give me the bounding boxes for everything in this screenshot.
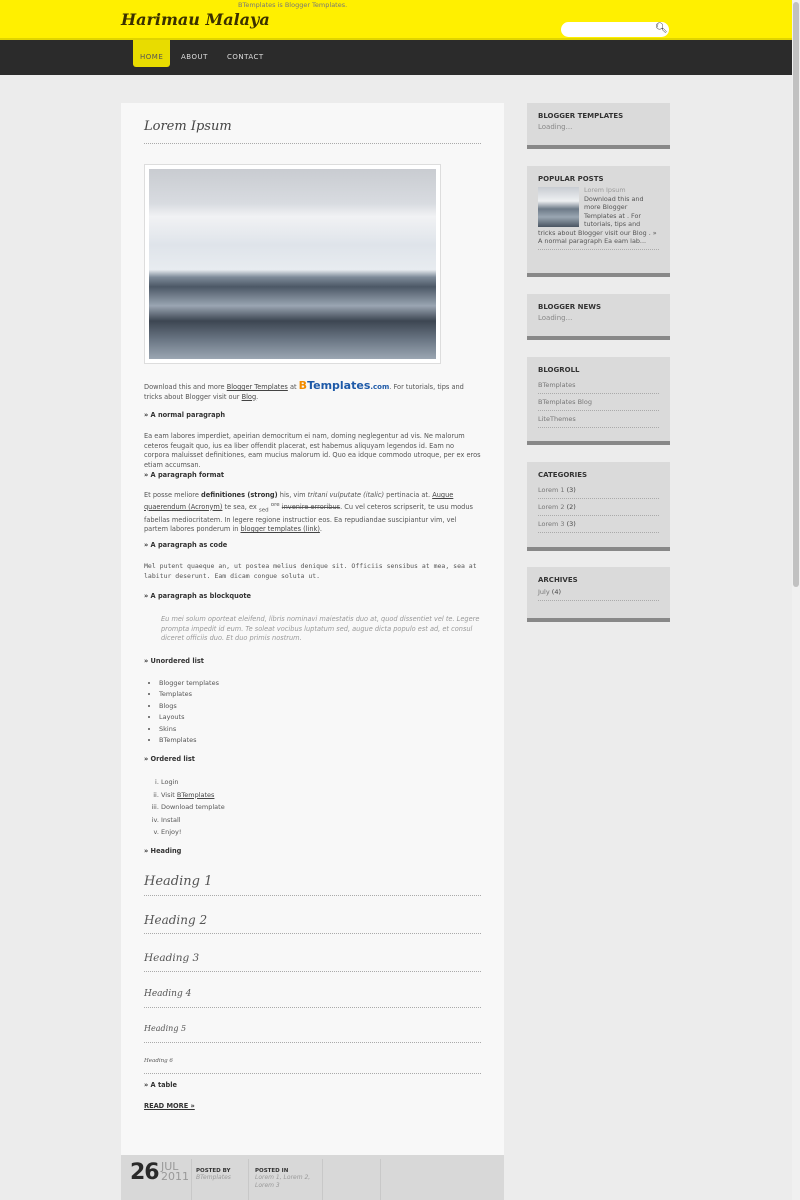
heading-4: Heading 4 bbox=[144, 989, 481, 1008]
text: . bbox=[256, 392, 259, 401]
link-blog[interactable]: Blog bbox=[242, 393, 257, 401]
section-heading: » Unordered list bbox=[144, 657, 204, 665]
link-blogger-templates[interactable]: Blogger Templates bbox=[227, 383, 288, 391]
widget-title: POPULAR POSTS bbox=[538, 175, 604, 183]
heading-1: Heading 1 bbox=[144, 874, 481, 896]
post-title[interactable]: Lorem Ipsum bbox=[144, 119, 232, 134]
blogroll-link[interactable]: BTemplates Blog bbox=[538, 394, 659, 411]
list-item: Blogger templates bbox=[159, 678, 481, 689]
widget-blogger-templates: BLOGGER TEMPLATES Loading... bbox=[527, 103, 670, 149]
code-block: Mel putent quaeque an, ut postea melius … bbox=[144, 562, 477, 580]
footer-column bbox=[322, 1159, 380, 1200]
post-month-year: JUL 2011 bbox=[161, 1160, 189, 1183]
blockquote: Eu mei solum oporteat eleifend, libris n… bbox=[161, 615, 480, 642]
list-item: Templates bbox=[159, 689, 481, 700]
btemplates-logo[interactable]: BTemplates.com bbox=[299, 379, 390, 392]
section-heading: » Heading bbox=[144, 847, 182, 855]
divider bbox=[144, 143, 481, 144]
widget-title: BLOGGER NEWS bbox=[538, 303, 601, 311]
blogroll-link[interactable]: LiteThemes bbox=[538, 411, 659, 428]
nav-about[interactable]: ABOUT bbox=[174, 40, 215, 67]
text: at bbox=[287, 383, 299, 391]
search-input[interactable] bbox=[561, 22, 669, 37]
paragraph: Ea eam labores imperdiet, apeirian democ… bbox=[144, 432, 481, 469]
posted-in: POSTED IN Lorem 1, Lorem 2, Lorem 3 bbox=[248, 1159, 322, 1200]
read-more-link[interactable]: READ MORE » bbox=[144, 1102, 481, 1112]
scrollbar[interactable] bbox=[792, 0, 800, 1200]
site-description: BTemplates is Blogger Templates. bbox=[238, 1, 348, 9]
list-item: BTemplates bbox=[159, 735, 481, 746]
labels-links[interactable]: Lorem 1, Lorem 2, Lorem 3 bbox=[255, 1174, 316, 1189]
section-heading: » A paragraph as code bbox=[144, 541, 228, 549]
intro-paragraph: Download this and more Blogger Templates… bbox=[144, 379, 481, 402]
scrollbar-thumb[interactable] bbox=[793, 2, 799, 587]
blogroll-link[interactable]: BTemplates bbox=[538, 377, 659, 394]
section-heading: » Ordered list bbox=[144, 755, 195, 763]
post-image-frame bbox=[144, 164, 441, 364]
format-paragraph: Et posse meliore definitiones (strong) h… bbox=[144, 491, 473, 533]
archive-item[interactable]: July (4) bbox=[538, 587, 659, 601]
list-item: Download template bbox=[161, 801, 481, 814]
section-heading: » A table bbox=[144, 1081, 178, 1089]
section-heading: » A paragraph as blockquote bbox=[144, 592, 251, 600]
post: Lorem Ipsum Download this and more Blogg… bbox=[121, 103, 504, 1155]
list-item: Skins bbox=[159, 724, 481, 735]
link-btemplates[interactable]: BTemplates bbox=[177, 791, 215, 799]
heading-5: Heading 5 bbox=[144, 1024, 481, 1043]
widget-title: BLOGGER TEMPLATES bbox=[538, 112, 624, 120]
widget-blogger-news: BLOGGER NEWS Loading... bbox=[527, 294, 670, 340]
link-blogger-templates[interactable]: blogger templates (link) bbox=[241, 525, 320, 533]
category-item[interactable]: Lorem 2 (2) bbox=[538, 499, 659, 516]
popular-post-thumbnail[interactable] bbox=[538, 187, 579, 227]
author-link[interactable]: BTemplates bbox=[196, 1174, 244, 1181]
widget-popular-posts: POPULAR POSTS Lorem Ipsum Download this … bbox=[527, 166, 670, 277]
nav-contact[interactable]: CONTACT bbox=[220, 40, 271, 67]
list-item: Visit BTemplates bbox=[161, 789, 481, 802]
post-footer: 26 JUL 2011 POSTED BY BTemplates POSTED IN… bbox=[121, 1155, 504, 1200]
loading-text: Loading... bbox=[538, 314, 573, 322]
widget-title: BLOGROLL bbox=[538, 366, 580, 374]
widget-categories: CATEGORIES Lorem 1 (3) Lorem 2 (2) Lorem… bbox=[527, 462, 670, 551]
unordered-list: Blogger templates Templates Blogs Layout… bbox=[144, 678, 481, 746]
popular-post-item[interactable]: Lorem Ipsum Download this and more Blogg… bbox=[538, 186, 659, 250]
widget-blogroll: BLOGROLL BTemplates BTemplates Blog Lite… bbox=[527, 357, 670, 445]
category-item[interactable]: Lorem 1 (3) bbox=[538, 482, 659, 499]
list-item: Install bbox=[161, 814, 481, 827]
text: Download this and more bbox=[144, 383, 227, 391]
footer-column bbox=[380, 1159, 381, 1200]
posted-by: POSTED BY BTemplates bbox=[191, 1159, 248, 1200]
widget-title: CATEGORIES bbox=[538, 471, 588, 479]
list-item: Layouts bbox=[159, 712, 481, 723]
post-image bbox=[149, 169, 436, 359]
section-heading: » A normal paragraph bbox=[144, 411, 226, 419]
list-item: Enjoy! bbox=[161, 826, 481, 839]
list-item: Blogs bbox=[159, 701, 481, 712]
heading-6: Heading 6 bbox=[144, 1058, 481, 1074]
widget-archives: ARCHIVES July (4) bbox=[527, 567, 670, 622]
header: Harimau Malaya BTemplates is Blogger Tem… bbox=[0, 0, 792, 40]
nav-bar: HOME ABOUT CONTACT bbox=[0, 40, 792, 75]
heading-2: Heading 2 bbox=[144, 913, 481, 934]
post-day: 26 bbox=[130, 1160, 160, 1185]
search-icon[interactable]: 🔍︎ bbox=[655, 23, 668, 34]
heading-3: Heading 3 bbox=[144, 952, 481, 972]
section-heading: » A paragraph format bbox=[144, 471, 225, 479]
loading-text: Loading... bbox=[538, 123, 573, 131]
list-item: Login bbox=[161, 776, 481, 789]
category-item[interactable]: Lorem 3 (3) bbox=[538, 516, 659, 533]
ordered-list: Login Visit BTemplates Download template… bbox=[144, 776, 481, 839]
widget-title: ARCHIVES bbox=[538, 576, 578, 584]
nav-home[interactable]: HOME bbox=[133, 40, 171, 67]
site-title[interactable]: Harimau Malaya bbox=[121, 10, 270, 29]
